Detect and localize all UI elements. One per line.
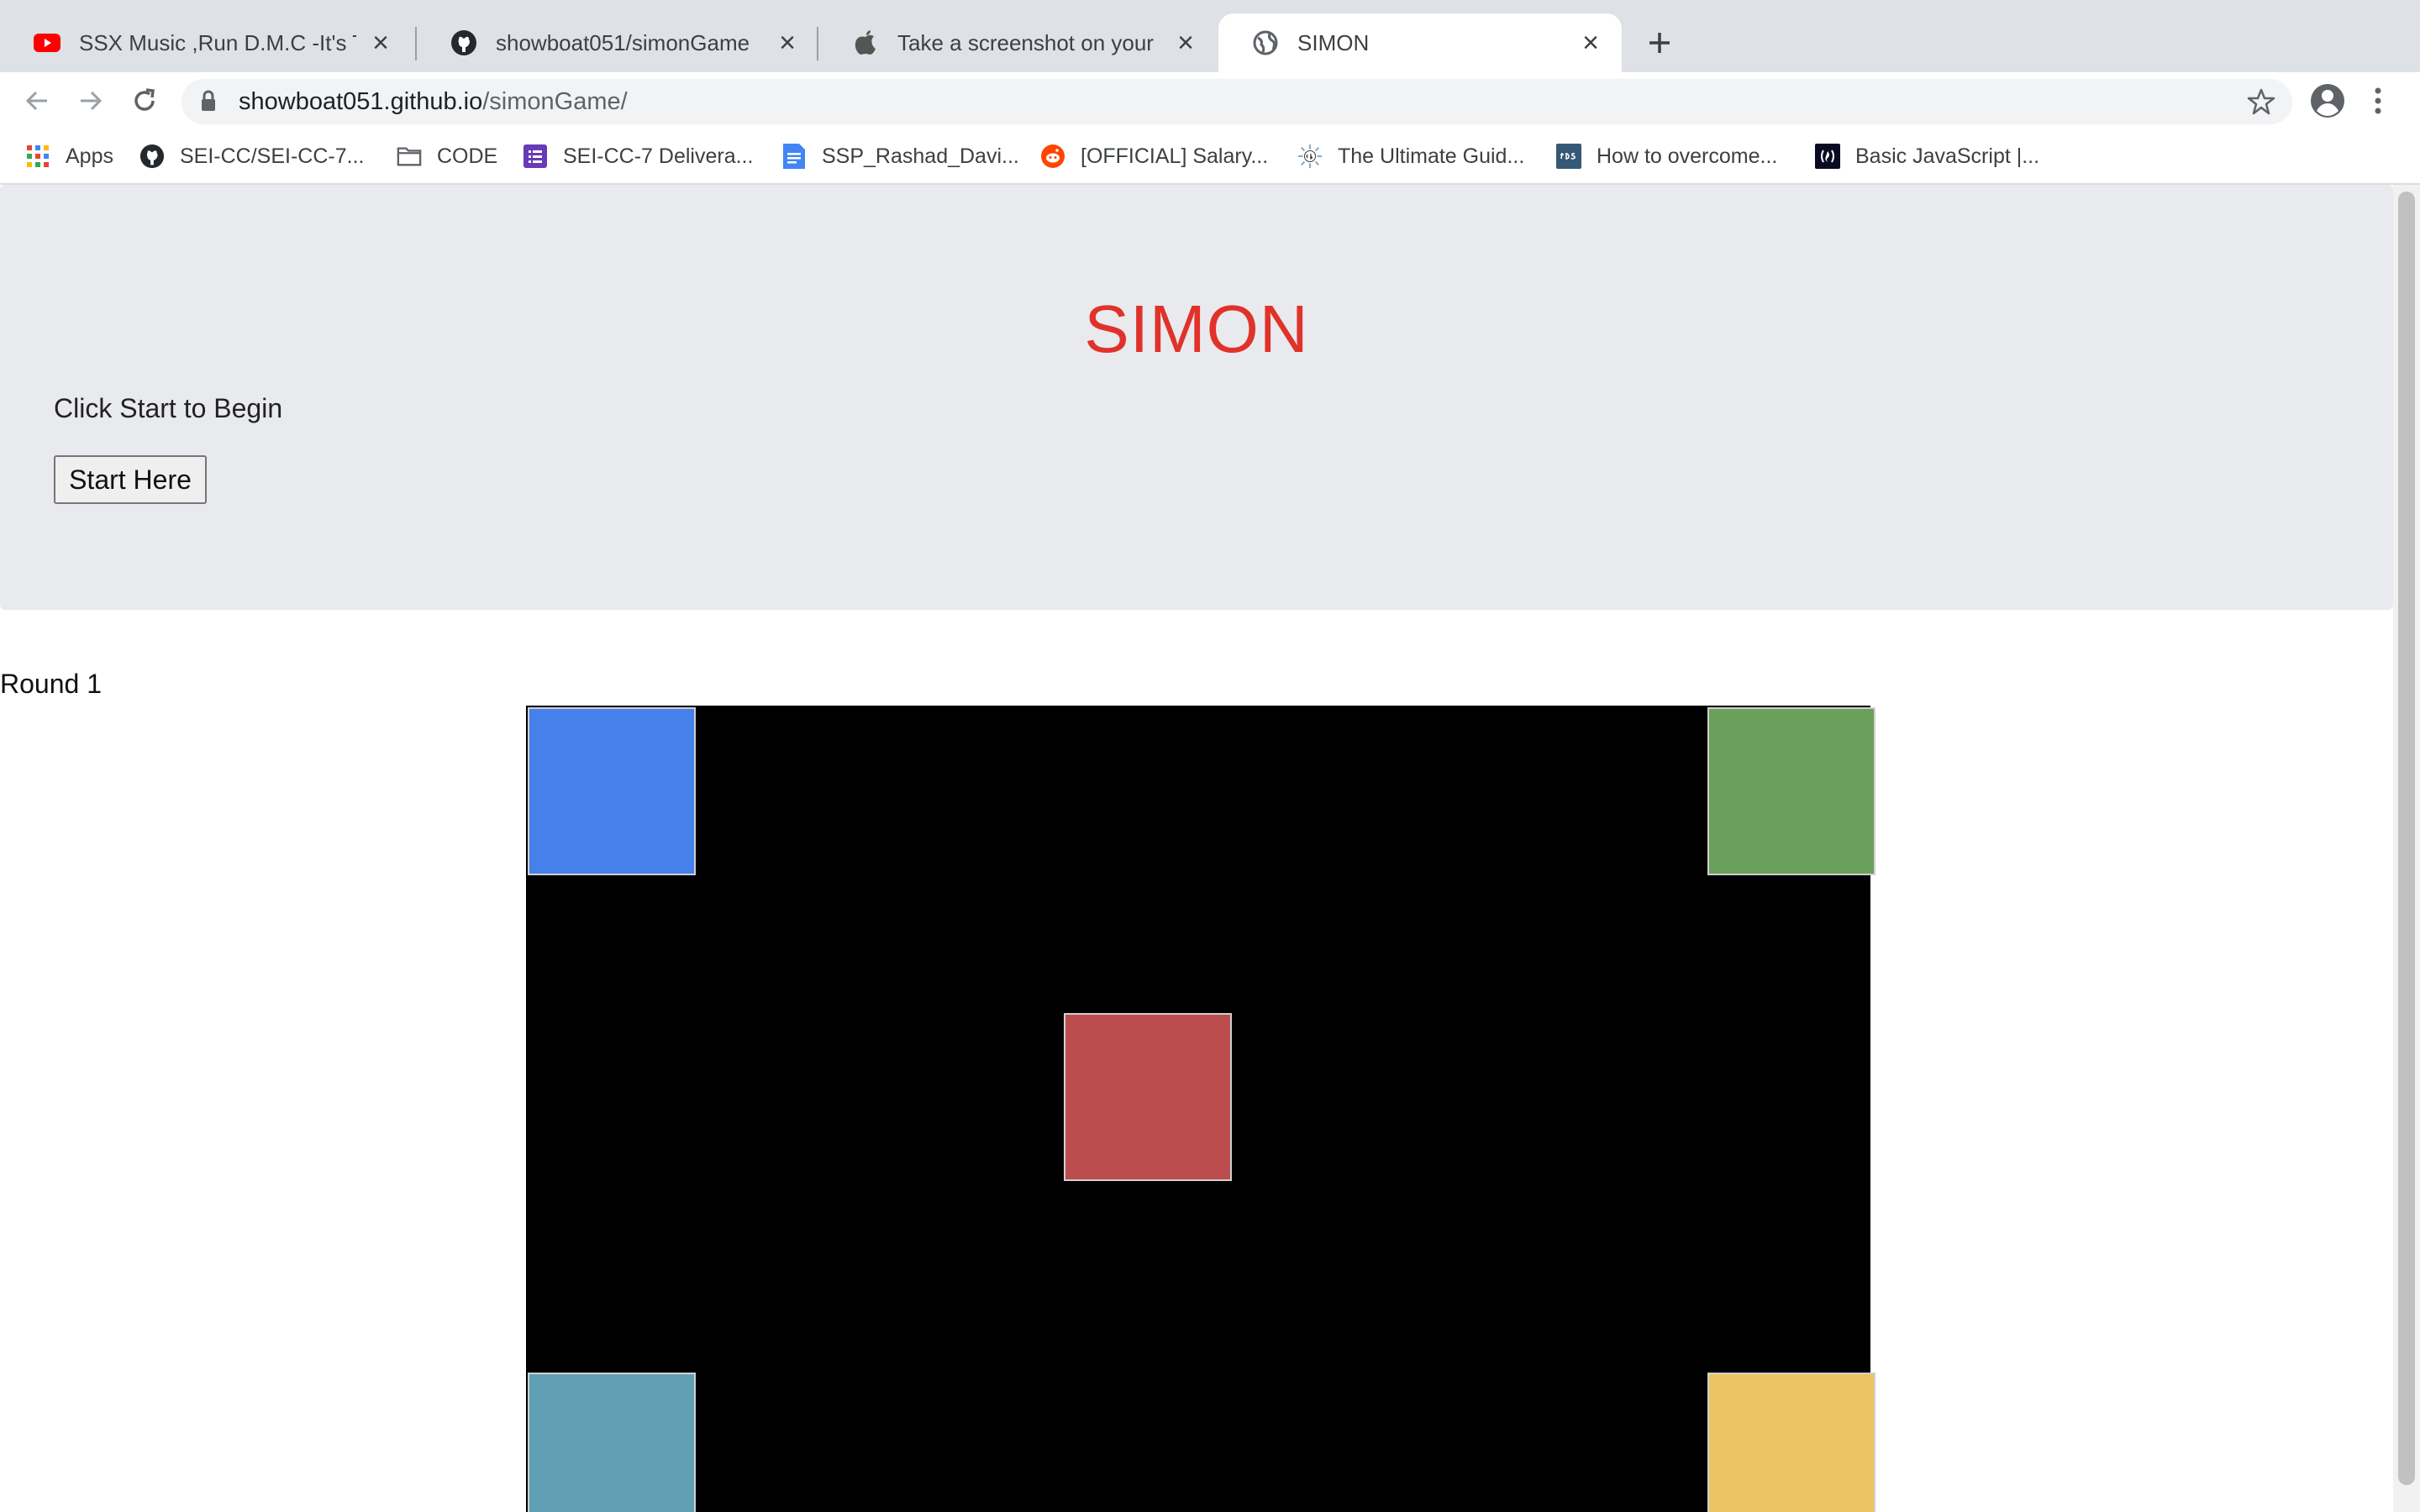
close-icon[interactable]: × (773, 27, 802, 59)
vertical-scrollbar[interactable] (2393, 185, 2420, 1512)
profile-avatar-icon[interactable] (2309, 82, 2346, 123)
blue-pad[interactable] (528, 707, 696, 875)
tab-title: Take a screenshot on your Mac (897, 29, 1161, 55)
kebab-menu-icon[interactable] (2371, 82, 2385, 123)
reload-button[interactable] (124, 81, 165, 121)
tab-apple[interactable]: Take a screenshot on your Mac × (818, 13, 1217, 72)
plus-icon (1649, 33, 1670, 53)
freecodecamp-icon (1815, 144, 1840, 169)
bookmark-towards-data-science[interactable]: How to overcome... (1556, 139, 1777, 173)
tab-github[interactable]: showboat051/simonGame × (417, 13, 818, 72)
new-tab-button[interactable] (1639, 22, 1681, 64)
forms-icon (523, 144, 548, 169)
bookmark-basic-javascript[interactable]: Basic JavaScript |... (1815, 139, 2039, 173)
bookmark-label: SSP_Rashad_Davi... (822, 144, 1019, 168)
bookmark-label: How to overcome... (1597, 144, 1778, 168)
teal-pad[interactable] (528, 1373, 696, 1512)
bookmark-label: The Ultimate Guid... (1338, 144, 1525, 168)
bookmark-code-folder[interactable]: CODE (397, 139, 497, 173)
tab-youtube[interactable]: SSX Music ,Run D.M.C -It's Tricky × (0, 13, 412, 72)
bookmark-reddit[interactable]: [OFFICIAL] Salary... (1040, 139, 1268, 173)
bookmark-label: SEI-CC-7 Delivera... (563, 144, 754, 168)
scrollbar-thumb[interactable] (2398, 192, 2415, 1485)
bookmarks-bar: Apps SEI-CC/SEI-CC-7... CODE SEI-CC-7 De… (0, 129, 2420, 185)
reddit-icon (1040, 144, 1065, 169)
star-icon[interactable] (2247, 87, 2275, 120)
tds-icon (1556, 144, 1581, 169)
bookmark-label: Apps (66, 144, 113, 168)
page-title: SIMON (1084, 291, 1309, 366)
url-text[interactable]: showboat051.github.io/simonGame/ (239, 79, 628, 124)
bookmark-label: CODE (437, 144, 498, 168)
github-icon (139, 144, 165, 169)
apple-icon (852, 29, 879, 56)
tab-title: SSX Music ,Run D.M.C -It's Tricky (79, 29, 356, 55)
close-icon[interactable]: × (366, 27, 395, 59)
close-icon[interactable]: × (1576, 27, 1605, 59)
instruction-text: Click Start to Begin (54, 393, 283, 423)
globe-icon (1252, 29, 1279, 56)
browser-toolbar: showboat051.github.io/simonGame/ (0, 72, 2420, 129)
red-pad[interactable] (1064, 1013, 1232, 1181)
cb-icon (1297, 144, 1323, 169)
tab-strip: SSX Music ,Run D.M.C -It's Tricky × show… (0, 0, 2420, 72)
green-pad[interactable] (1707, 707, 1876, 875)
arrow-right-icon (81, 91, 103, 111)
bookmark-label: [OFFICIAL] Salary... (1081, 144, 1269, 168)
forward-button[interactable] (71, 81, 111, 121)
back-button[interactable] (17, 81, 57, 121)
tab-title: showboat051/simonGame (496, 29, 750, 55)
bookmark-label: SEI-CC/SEI-CC-7... (180, 144, 365, 168)
reload-icon (134, 88, 155, 111)
close-icon[interactable]: × (1171, 27, 1200, 59)
yellow-pad[interactable] (1707, 1373, 1876, 1512)
github-icon (450, 29, 477, 56)
bookmark-ultimate-guide[interactable]: The Ultimate Guid... (1297, 139, 1524, 173)
url-host: showboat051.github.io (239, 88, 483, 115)
docs-icon (781, 144, 807, 169)
round-counter: Round 1 (0, 669, 102, 699)
url-path: /simonGame/ (482, 88, 628, 115)
youtube-icon (34, 29, 60, 56)
bookmark-ssp-doc[interactable]: SSP_Rashad_Davi... (781, 139, 1019, 173)
apps-grid-icon (25, 144, 50, 169)
folder-icon (397, 144, 422, 169)
game-board (526, 706, 1876, 1512)
bookmark-deliverables[interactable]: SEI-CC-7 Delivera... (523, 139, 753, 173)
bookmark-sei-cc[interactable]: SEI-CC/SEI-CC-7... (139, 139, 364, 173)
tab-simon[interactable]: SIMON × (1218, 13, 1622, 72)
page-viewport: SIMON Click Start to Begin Start Here Ro… (0, 185, 2420, 1512)
bookmark-apps[interactable]: Apps (25, 139, 113, 173)
tab-title: SIMON (1297, 29, 1370, 55)
address-bar[interactable]: showboat051.github.io/simonGame/ (182, 79, 2292, 124)
start-button[interactable]: Start Here (54, 455, 207, 504)
arrow-left-icon (25, 91, 47, 111)
lock-icon (200, 89, 217, 117)
bookmark-label: Basic JavaScript |... (1855, 144, 2040, 168)
header-jumbotron: SIMON Click Start to Begin Start Here (0, 185, 2393, 610)
